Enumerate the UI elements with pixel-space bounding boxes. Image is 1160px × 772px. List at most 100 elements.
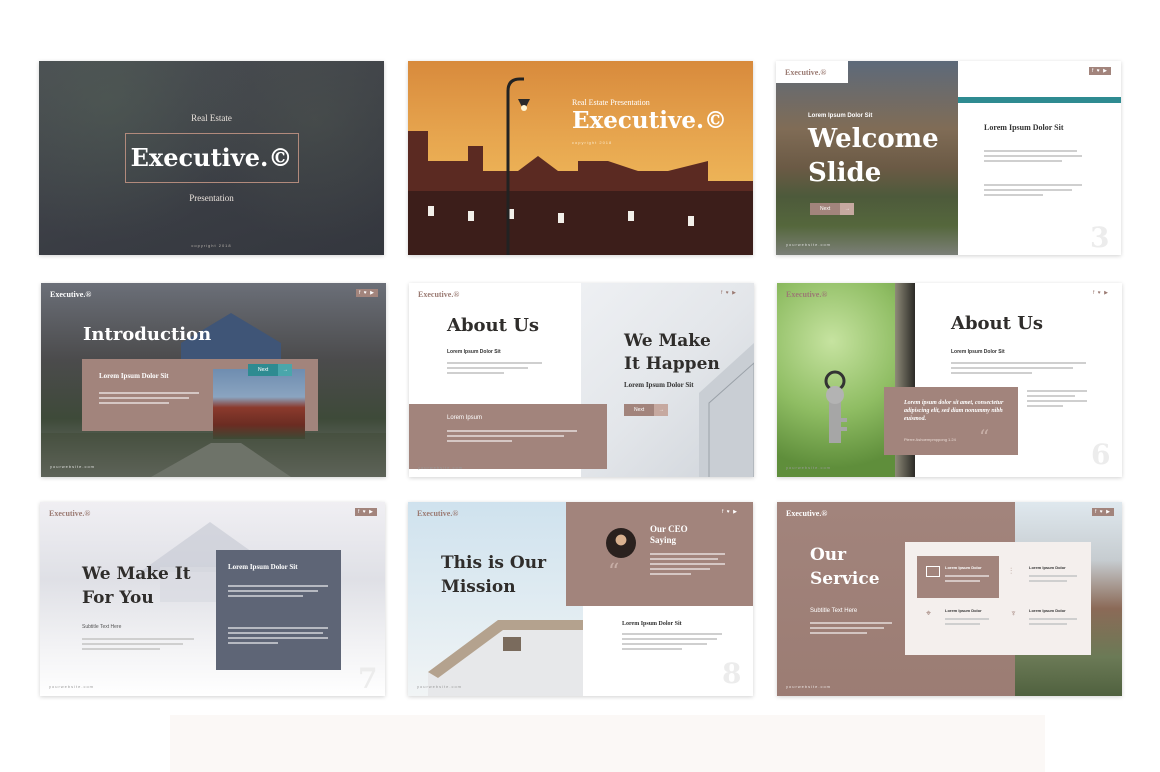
- next-button-label: Next: [820, 206, 831, 212]
- body-text: [810, 619, 892, 637]
- next-button-label: Next: [258, 367, 269, 373]
- slide-number: 8: [722, 657, 742, 690]
- next-button[interactable]: Next →: [248, 364, 293, 376]
- title-line1: Welcome: [808, 124, 939, 154]
- slide-7-we-make-it[interactable]: Executive.® f ♥ ▶ We Make It For You Sub…: [40, 502, 385, 696]
- box-body-text: [99, 389, 199, 407]
- next-button[interactable]: Next →: [624, 404, 669, 416]
- title: Executive.©: [130, 143, 293, 172]
- social-icons[interactable]: f ♥ ▶: [355, 508, 377, 516]
- slide-3-welcome[interactable]: Executive.® f ♥ ▶ Lorem Ipsum Dolor Sit …: [776, 61, 1121, 255]
- brand-text: Executive.®: [785, 68, 827, 77]
- panel-body-text-2: [984, 181, 1082, 199]
- service-1-text: [945, 572, 989, 585]
- title-line2: Service: [810, 569, 880, 589]
- slide-4-introduction[interactable]: Executive.® f ♥ ▶ Introduction Lorem Ips…: [41, 283, 386, 477]
- brand-text: Executive.®: [49, 509, 91, 518]
- title-line2: Mission: [441, 577, 516, 597]
- small-label: Lorem Ipsum Dolor Sit: [808, 113, 873, 119]
- subtitle: Presentation: [189, 193, 234, 203]
- quote-text: Lorem ipsum dolor sit amet, consectetur …: [904, 400, 1004, 422]
- right-subheading: Lorem Ipsum Dolor Sit: [624, 381, 694, 389]
- service-4-heading: Lorem Ipsum Dolor: [1029, 608, 1066, 613]
- box-heading: Lorem Ipsum: [447, 415, 483, 421]
- box-heading: Lorem Ipsum Dolor Sit: [228, 563, 298, 571]
- slide-8-mission[interactable]: Executive.® f ♥ ▶ This is Our Mission Ou…: [408, 502, 753, 696]
- slide-5-about-us[interactable]: Executive.® f ♥ ▶ About Us Lorem Ipsum D…: [409, 283, 754, 477]
- title-line1: This is Our: [441, 553, 547, 573]
- box-heading: Lorem Ipsum Dolor Sit: [99, 372, 169, 380]
- service-4-text: [1029, 615, 1077, 628]
- web-text: yourwebsite.com: [786, 684, 832, 689]
- title: Executive.©: [572, 107, 727, 134]
- quote-icon: “: [608, 560, 620, 585]
- social-icons[interactable]: f ♥ ▶: [1089, 67, 1111, 75]
- inset-photo-red-house: [213, 369, 305, 439]
- body-text: [951, 359, 1086, 377]
- slide-6-about-us-keys[interactable]: Executive.® f ♥ ▶ About Us Lorem Ipsum D…: [777, 283, 1122, 477]
- body-text: [447, 359, 542, 377]
- service-3-heading: Lorem Ipsum Dolor: [945, 608, 982, 613]
- bottom-body-text: [622, 630, 722, 653]
- panel-body-text-1: [984, 147, 1082, 165]
- subheading: Lorem Ipsum Dolor Sit: [951, 349, 1005, 355]
- quote-author: Pierre Ashoempmppong 1.24: [904, 437, 956, 442]
- slide-number: 7: [358, 662, 378, 695]
- ceo-avatar: [606, 528, 636, 558]
- side-body-text: [1027, 387, 1087, 410]
- web-text: yourwebsite.com: [786, 242, 832, 247]
- briefcase-icon[interactable]: [926, 566, 940, 577]
- web-text: yourwebsite.com: [417, 684, 463, 689]
- ceo-body-text: [650, 550, 725, 578]
- web-text: yourwebsite.com: [418, 465, 464, 470]
- box-body-text-1: [228, 582, 328, 600]
- brand-text: Executive.®: [418, 290, 460, 299]
- service-3-text: [945, 615, 989, 628]
- next-button-label: Next: [634, 407, 645, 413]
- target-icon[interactable]: ⌖: [926, 608, 931, 619]
- right-title-line1: We Make: [624, 331, 711, 351]
- bottom-shadow-strip: [170, 715, 1045, 772]
- houses-silhouette: [408, 77, 753, 255]
- social-icons[interactable]: f ♥ ▶: [718, 289, 740, 297]
- social-icons[interactable]: f ♥ ▶: [1092, 508, 1114, 516]
- slide-2-cover-sunset[interactable]: Real Estate Presentation Executive.© cop…: [408, 61, 753, 255]
- service-2-text: [1029, 572, 1077, 585]
- title: About Us: [951, 313, 1044, 334]
- title: Introduction: [83, 324, 212, 345]
- title: About Us: [447, 315, 540, 336]
- arrow-right-icon: →: [278, 364, 293, 376]
- box-body-text-2: [228, 624, 328, 647]
- title-line2: For You: [82, 588, 154, 608]
- chart-icon[interactable]: ⫶: [1010, 566, 1012, 577]
- arrow-right-icon: →: [654, 404, 669, 416]
- slide-number: 6: [1091, 438, 1111, 471]
- bottom-heading: Lorem Ipsum Dolor Sit: [622, 621, 682, 627]
- web-text: yourwebsite.com: [50, 464, 96, 469]
- title-line2: Slide: [808, 158, 882, 188]
- web-text: yourwebsite.com: [786, 465, 832, 470]
- brand-text: Executive.®: [786, 509, 828, 518]
- subheading: Lorem Ipsum Dolor Sit: [447, 349, 501, 355]
- social-icons[interactable]: f ♥ ▶: [1090, 289, 1112, 297]
- next-button[interactable]: Next →: [810, 203, 855, 215]
- service-2-heading: Lorem Ipsum Dolor: [1029, 565, 1066, 570]
- social-icons[interactable]: f ♥ ▶: [356, 289, 378, 297]
- copyright: copyright 2018: [191, 243, 232, 248]
- panel-heading: Lorem Ipsum Dolor Sit: [984, 123, 1064, 132]
- slide-9-our-service[interactable]: Executive.® f ♥ ▶ Our Service Subtitle T…: [777, 502, 1122, 696]
- web-text: yourwebsite.com: [49, 684, 95, 689]
- title-line1: We Make It: [82, 564, 191, 584]
- brand-text: Executive.®: [50, 290, 92, 299]
- key-icon: [824, 370, 847, 443]
- box-body-text: [447, 427, 577, 445]
- overline-text: Real Estate: [191, 113, 232, 123]
- brand-text: Executive.®: [786, 290, 828, 299]
- bulb-icon[interactable]: ♆: [1010, 608, 1017, 618]
- overline-text: Real Estate Presentation: [572, 98, 650, 107]
- social-icons[interactable]: f ♥ ▶: [719, 508, 741, 516]
- body-text: [82, 635, 194, 653]
- slide-number: 3: [1090, 221, 1110, 254]
- right-title-line2: It Happen: [624, 354, 720, 374]
- slide-1-cover[interactable]: Real Estate Executive.© Presentation cop…: [39, 61, 384, 255]
